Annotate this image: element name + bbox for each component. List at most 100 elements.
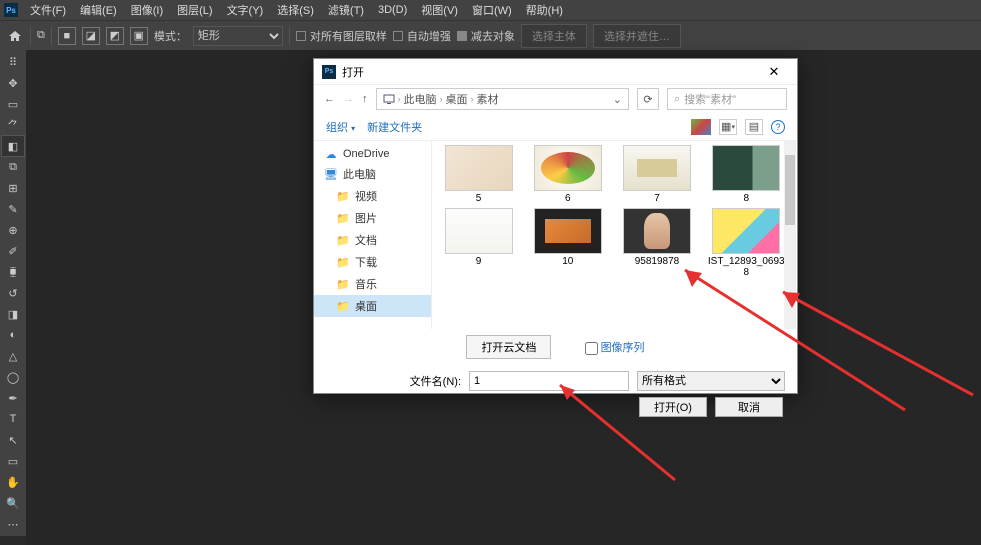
healing-tool-icon[interactable]: ⊕ (2, 220, 24, 240)
view-layout-icon[interactable]: ▤ (745, 119, 763, 135)
app-icon: Ps (4, 3, 18, 17)
menu-help[interactable]: 帮助(H) (520, 0, 569, 20)
file-item[interactable]: 6 (525, 145, 610, 204)
file-item[interactable]: 10 (525, 208, 610, 278)
blur-tool-icon[interactable]: △ (2, 346, 24, 366)
view-preview-icon[interactable] (691, 119, 711, 135)
mode-label: 模式： (154, 28, 187, 44)
menu-image[interactable]: 图像(I) (125, 0, 169, 20)
nav-fwd-icon[interactable]: → (343, 93, 354, 105)
menu-view[interactable]: 视图(V) (415, 0, 464, 20)
chevron-down-icon[interactable]: ⌄ (613, 93, 622, 106)
type-tool-icon[interactable]: T (2, 409, 24, 429)
menu-select[interactable]: 选择(S) (271, 0, 320, 20)
file-item[interactable]: IST_12893_06938 (704, 208, 789, 278)
menu-layer[interactable]: 图层(L) (171, 0, 218, 20)
file-item[interactable]: 95819878 (615, 208, 700, 278)
more-tool-icon[interactable]: ⋯ (2, 514, 24, 534)
filename-input[interactable] (469, 371, 629, 391)
subtract-checkbox[interactable]: 减去对象 (457, 28, 515, 44)
sidebar-video[interactable]: 📁视频 (314, 185, 431, 207)
app-icon: Ps (322, 65, 336, 79)
cancel-button[interactable]: 取消 (715, 397, 783, 417)
select-subject-button[interactable]: 选择主体 (521, 24, 587, 48)
nav-back-icon[interactable]: ← (324, 93, 335, 105)
open-button[interactable]: 打开(O) (639, 397, 707, 417)
help-icon[interactable]: ? (771, 120, 785, 134)
folder-icon: 📁 (336, 234, 350, 246)
zoom-tool-icon[interactable]: 🔍 (2, 493, 24, 513)
dodge-tool-icon[interactable]: ◯ (2, 367, 24, 387)
file-item[interactable]: 5 (436, 145, 521, 204)
history-brush-icon[interactable]: ↺ (2, 283, 24, 303)
move-tool-icon[interactable]: ✥ (2, 73, 24, 93)
brush-tool-icon[interactable]: ✐ (2, 241, 24, 261)
selmode-sub-icon[interactable]: ◩ (106, 27, 124, 45)
search-input[interactable]: ⌕ 搜索"素材" (667, 88, 787, 110)
scrollbar-thumb[interactable] (785, 155, 795, 225)
menu-file[interactable]: 文件(F) (24, 0, 72, 20)
filter-select[interactable]: 所有格式 (637, 371, 785, 391)
menu-window[interactable]: 窗口(W) (466, 0, 518, 20)
hand-tool-icon[interactable]: ✋ (2, 472, 24, 492)
panel-toggle-icon[interactable]: ⧉ (37, 29, 45, 42)
auto-enhance-checkbox[interactable]: 自动增强 (393, 28, 451, 44)
file-name: 6 (565, 193, 571, 204)
home-icon[interactable] (6, 27, 24, 45)
selmode-int-icon[interactable]: ▣ (130, 27, 148, 45)
file-item[interactable]: 7 (615, 145, 700, 204)
view-mode-icon[interactable]: ▦▾ (719, 119, 737, 135)
close-icon[interactable]: ✕ (759, 64, 789, 80)
gradient-tool-icon[interactable]: ◐ (2, 325, 24, 345)
open-cloud-button[interactable]: 打开云文档 (466, 335, 551, 359)
marquee-tool-icon[interactable]: ▭ (2, 94, 24, 114)
folder-icon: 📁 (336, 300, 350, 312)
pen-tool-icon[interactable]: ✒ (2, 388, 24, 408)
menu-3d[interactable]: 3D(D) (372, 2, 413, 18)
lasso-tool-icon[interactable]: ⺈ (2, 115, 24, 135)
sidebar-music[interactable]: 📁音乐 (314, 273, 431, 295)
image-sequence-checkbox[interactable]: 图像序列 (585, 342, 645, 354)
new-folder-button[interactable]: 新建文件夹 (367, 119, 422, 135)
scrollbar[interactable] (784, 141, 796, 329)
path-tool-icon[interactable]: ↖ (2, 430, 24, 450)
crop-tool-icon[interactable]: ⧉ (2, 157, 24, 177)
file-item[interactable]: 9 (436, 208, 521, 278)
sidebar-pc[interactable]: 🖥此电脑 (314, 163, 431, 185)
eyedropper-tool-icon[interactable]: ✎ (2, 199, 24, 219)
nav-up-icon[interactable]: ↑ (362, 93, 368, 105)
eraser-tool-icon[interactable]: ◨ (2, 304, 24, 324)
dialog-bottom: 文件名(N): 所有格式 打开(O) 取消 (314, 365, 797, 423)
sidebar-desktop[interactable]: 📁桌面 (314, 295, 431, 317)
menu-type[interactable]: 文字(Y) (221, 0, 270, 20)
dialog-body: ☁OneDrive 🖥此电脑 📁视频 📁图片 📁文档 📁下载 📁音乐 📁桌面 5… (314, 141, 797, 329)
grip-icon[interactable]: ⠿ (2, 52, 24, 72)
sidebar-onedrive[interactable]: ☁OneDrive (314, 145, 431, 163)
organize-button[interactable]: 组织 ▾ (326, 119, 355, 135)
frame-tool-icon[interactable]: ⊞ (2, 178, 24, 198)
object-select-tool-icon[interactable]: ◧ (2, 136, 24, 156)
refresh-icon[interactable]: ⟳ (637, 88, 659, 110)
menu-edit[interactable]: 编辑(E) (74, 0, 123, 20)
shape-tool-icon[interactable]: ▭ (2, 451, 24, 471)
shape-select[interactable]: 矩形 (193, 26, 283, 46)
sidebar-docs[interactable]: 📁文档 (314, 229, 431, 251)
selmode-new-icon[interactable]: ■ (58, 27, 76, 45)
thumbnail (534, 208, 602, 254)
sample-all-checkbox[interactable]: 对所有图层取样 (296, 28, 387, 44)
tool-panel: ⠿ ✥ ▭ ⺈ ◧ ⧉ ⊞ ✎ ⊕ ✐ ⧯ ↺ ◨ ◐ △ ◯ ✒ T ↖ ▭ … (0, 50, 26, 536)
stamp-tool-icon[interactable]: ⧯ (2, 262, 24, 282)
selmode-add-icon[interactable]: ◪ (82, 27, 100, 45)
thumbnail (445, 145, 513, 191)
thumbnail (712, 208, 780, 254)
breadcrumb[interactable]: › 此电脑› 桌面› 素材 ⌄ (376, 88, 630, 110)
sidebar-pictures[interactable]: 📁图片 (314, 207, 431, 229)
menu-filter[interactable]: 滤镜(T) (322, 0, 370, 20)
divider (289, 27, 290, 45)
dialog-toolbar: 组织 ▾ 新建文件夹 ▦▾ ▤ ? (314, 113, 797, 141)
filename-label: 文件名(N): (410, 373, 461, 389)
file-name: 95819878 (635, 256, 680, 267)
file-item[interactable]: 8 (704, 145, 789, 204)
select-mask-button[interactable]: 选择并遮住… (593, 24, 681, 48)
sidebar-downloads[interactable]: 📁下载 (314, 251, 431, 273)
